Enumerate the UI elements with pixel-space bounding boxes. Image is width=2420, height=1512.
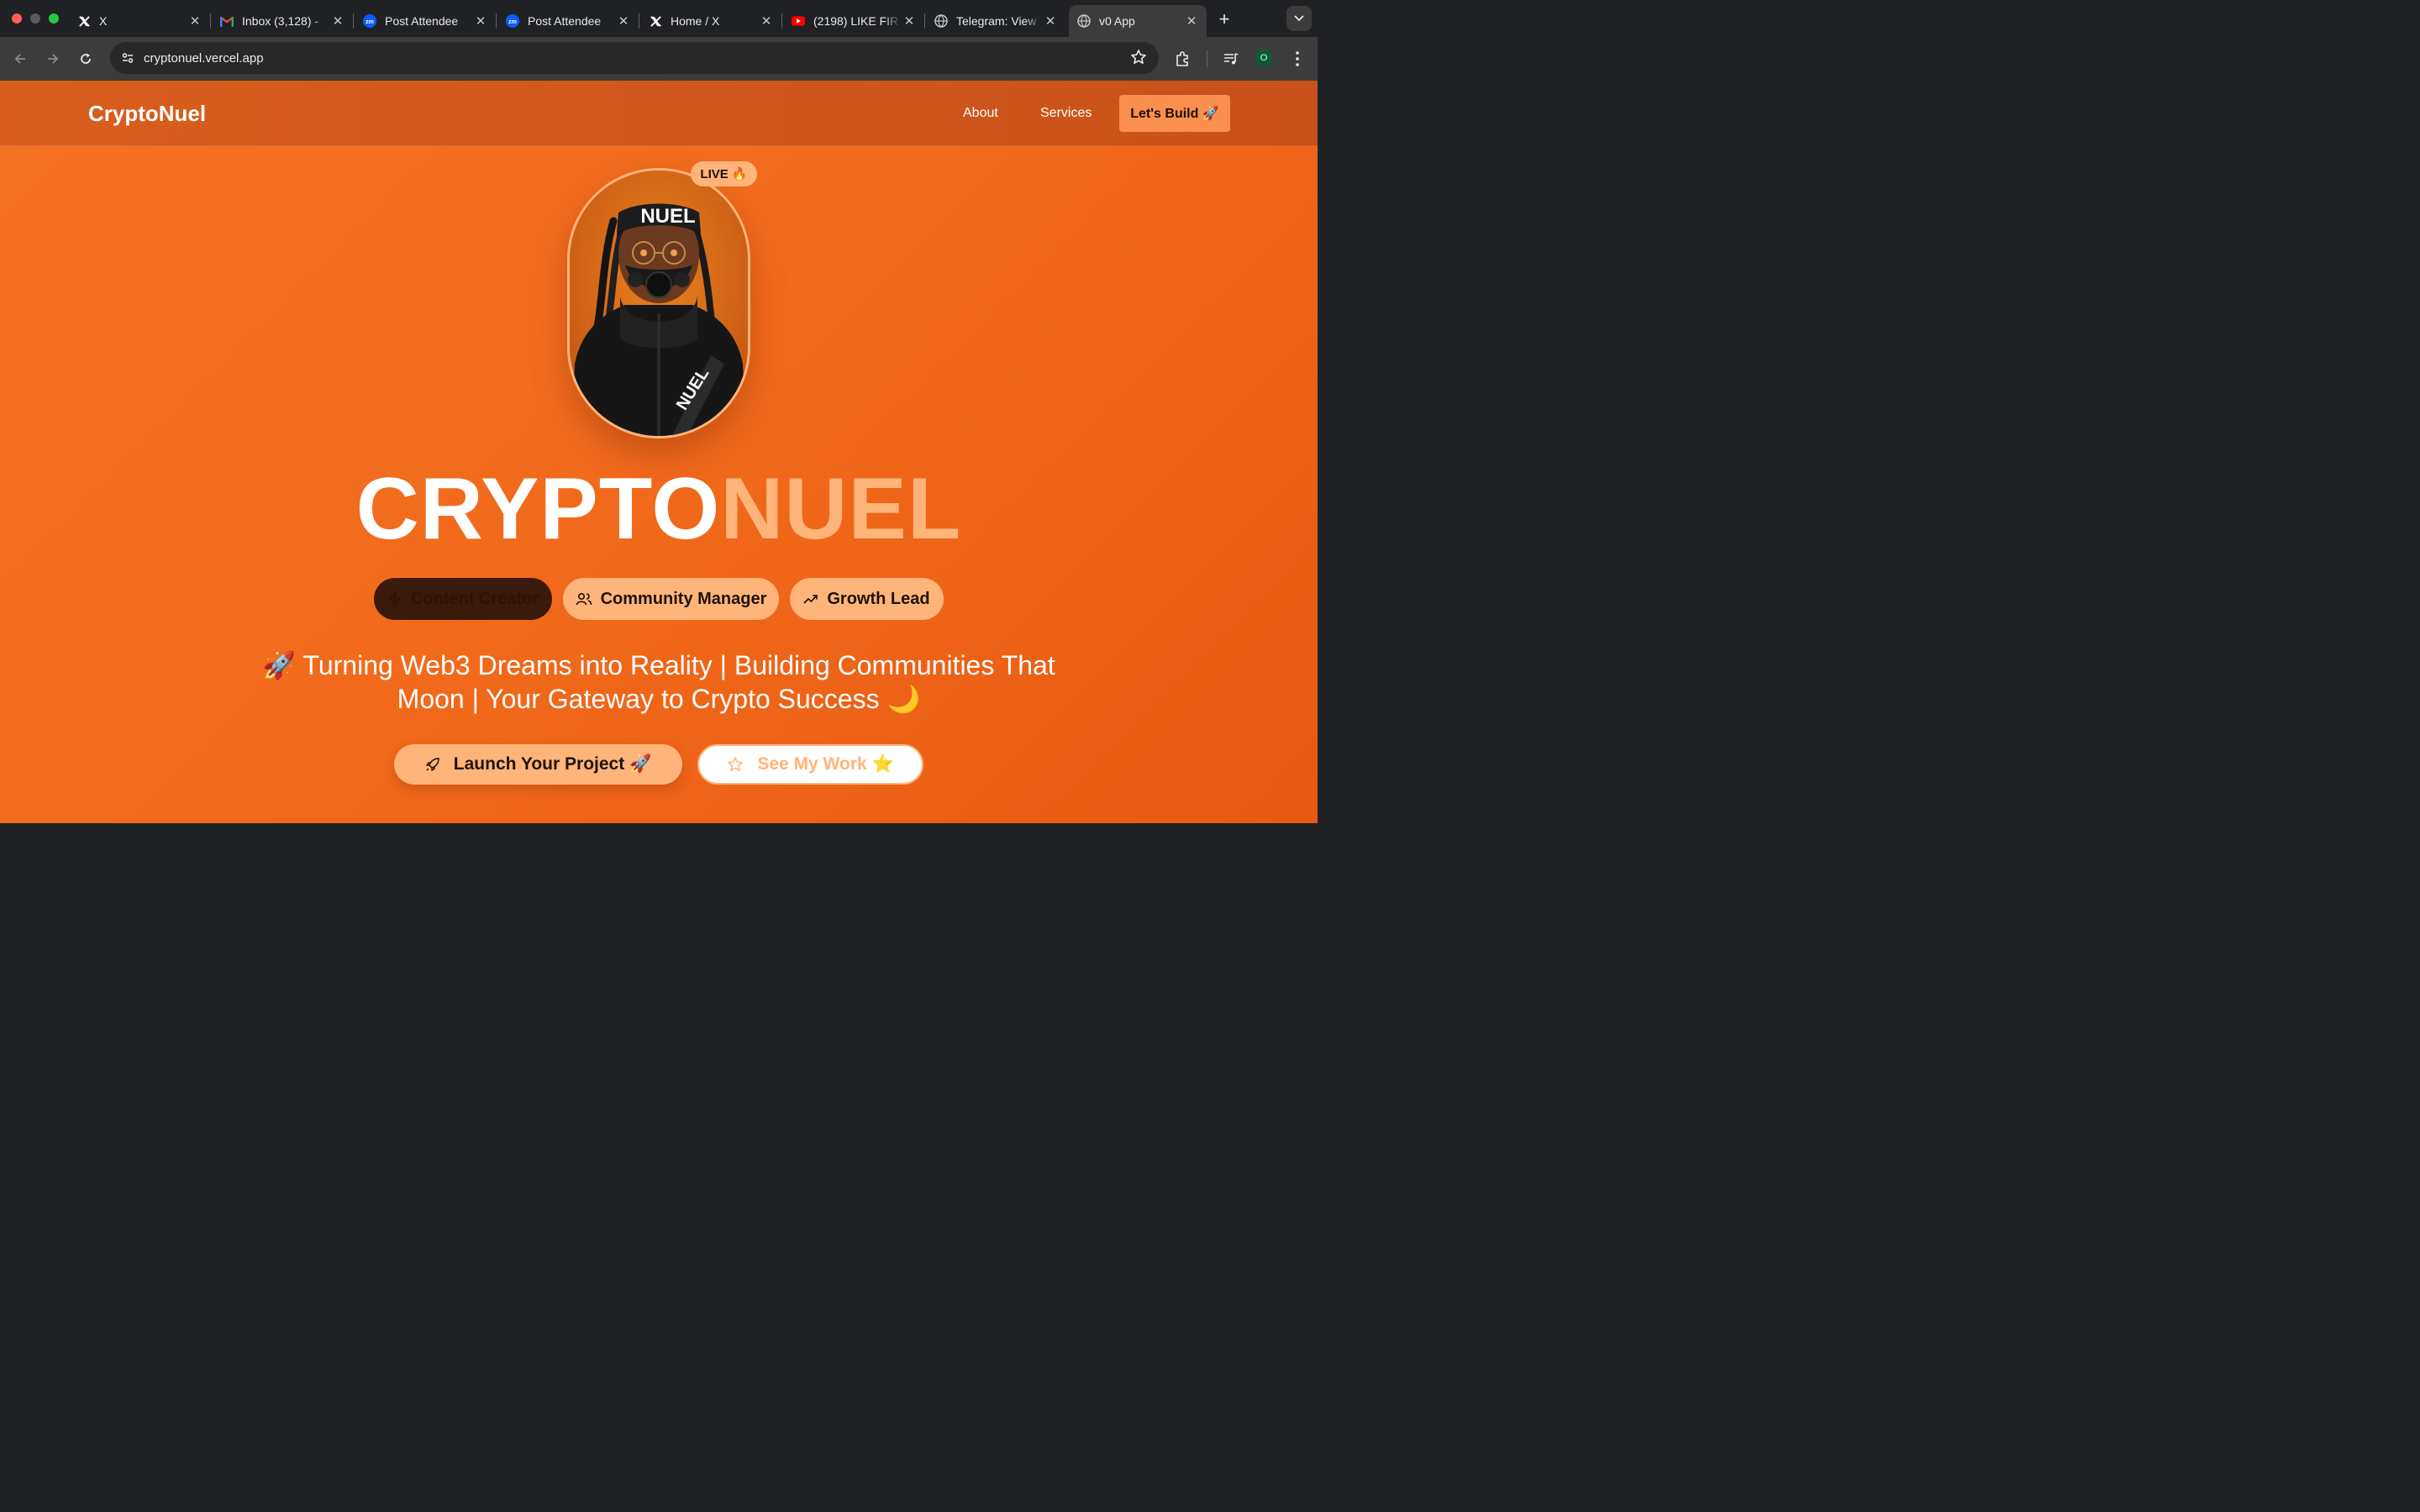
site-brand[interactable]: CryptoNuel	[88, 101, 206, 127]
web-page: CryptoNuel About Services Let's Build 🚀	[0, 81, 1318, 823]
arrow-right-icon	[48, 54, 59, 64]
browser-tab[interactable]: zm Post Attendee ✕	[355, 5, 497, 37]
tab-separator	[924, 13, 925, 29]
star-icon	[728, 757, 744, 771]
tab-close-icon[interactable]: ✕	[1183, 13, 1200, 29]
chevron-down-icon	[1294, 15, 1304, 22]
puzzle-icon	[1176, 51, 1188, 66]
media-controls-button[interactable]	[1219, 47, 1243, 71]
tab-close-icon[interactable]: ✕	[1042, 13, 1059, 29]
see-my-work-button[interactable]: See My Work ⭐	[697, 744, 923, 785]
tab-title: (2198) LIKE FIR	[813, 14, 899, 28]
live-badge: LIVE 🔥	[691, 161, 757, 186]
see-my-work-label: See My Work ⭐	[757, 754, 894, 774]
launch-project-button[interactable]: Launch Your Project 🚀	[394, 744, 682, 785]
close-window-button[interactable]	[12, 13, 22, 24]
tab-close-icon[interactable]: ✕	[329, 13, 346, 29]
rocket-icon	[426, 758, 439, 771]
reload-button[interactable]	[74, 47, 97, 71]
lets-build-button[interactable]: Let's Build 🚀	[1119, 95, 1230, 132]
tab-title: Telegram: View	[956, 14, 1037, 28]
tab-title: v0 App	[1099, 14, 1135, 28]
site-header: CryptoNuel About Services Let's Build 🚀	[0, 81, 1318, 146]
lightning-icon	[389, 591, 401, 606]
tab-title: Inbox (3,128) -	[242, 14, 319, 28]
reload-icon	[81, 53, 91, 64]
extensions-button[interactable]	[1171, 47, 1194, 71]
tab-close-icon[interactable]: ✕	[901, 13, 918, 29]
tab-title: Post Attendee	[385, 14, 459, 28]
maximize-window-button[interactable]	[49, 13, 59, 24]
browser-menu-button[interactable]	[1286, 47, 1309, 71]
gmail-icon	[220, 14, 234, 28]
url-text: cryptonuel.vercel.app	[144, 51, 264, 66]
svg-text:zm: zm	[366, 19, 374, 25]
users-icon	[576, 592, 592, 606]
tab-close-icon[interactable]: ✕	[472, 13, 489, 29]
site-info-icon[interactable]	[117, 47, 139, 69]
hero-title-crypto: CRYPTO	[355, 460, 721, 558]
role-label: Content Creator	[410, 589, 539, 608]
globe-icon	[934, 14, 948, 28]
queue-music-icon	[1224, 53, 1239, 65]
zoom-icon: zm	[506, 14, 519, 28]
role-pill-growth-lead[interactable]: Growth Lead	[790, 578, 944, 620]
x-logo-icon	[649, 14, 662, 28]
youtube-icon	[792, 14, 805, 28]
browser-tab-strip: X ✕ Inbox (3,128) - ✕ zm Post Attendee ✕…	[0, 0, 1318, 37]
tab-close-icon[interactable]: ✕	[187, 13, 203, 29]
tab-separator	[210, 13, 211, 29]
tab-separator	[781, 13, 782, 29]
arrow-left-icon	[14, 54, 25, 64]
zoom-icon: zm	[363, 14, 376, 28]
tab-close-icon[interactable]: ✕	[758, 13, 775, 29]
role-pill-content-creator[interactable]: Content Creator	[374, 578, 552, 620]
profile-avatar[interactable]: O	[1255, 50, 1272, 66]
role-label: Community Manager	[600, 589, 767, 608]
browser-toolbar: cryptonuel.vercel.app	[0, 37, 1318, 81]
tab-title: Post Attendee	[528, 14, 602, 28]
avatar-headband-text: NUEL	[640, 205, 696, 228]
role-pill-community-manager[interactable]: Community Manager	[563, 578, 779, 620]
browser-tab[interactable]: zm Post Attendee ✕	[497, 5, 639, 37]
browser-tab[interactable]: (2198) LIKE FIR ✕	[783, 5, 925, 37]
new-tab-button[interactable]: +	[1213, 8, 1235, 30]
minimize-window-button[interactable]	[30, 13, 40, 24]
browser-tab[interactable]: Telegram: View ✕	[926, 5, 1065, 37]
browser-tab[interactable]: Inbox (3,128) - ✕	[212, 5, 354, 37]
launch-project-label: Launch Your Project 🚀	[453, 754, 652, 774]
address-bar[interactable]: cryptonuel.vercel.app	[110, 42, 1159, 74]
trending-up-icon	[803, 595, 818, 604]
nav-link-services[interactable]: Services	[1040, 106, 1092, 121]
hero-title: CRYPTONUEL	[0, 465, 1318, 553]
browser-tab[interactable]: X ✕	[69, 5, 211, 37]
role-label: Growth Lead	[827, 589, 930, 608]
nav-link-about[interactable]: About	[963, 106, 998, 121]
browser-tab[interactable]: Home / X ✕	[640, 5, 782, 37]
kebab-menu-icon	[1296, 51, 1299, 66]
tab-search-button[interactable]	[1286, 6, 1312, 31]
svg-text:zm: zm	[508, 19, 517, 25]
globe-icon	[1077, 14, 1091, 28]
forward-button[interactable]	[41, 47, 65, 71]
tab-separator	[353, 13, 354, 29]
tab-close-icon[interactable]: ✕	[615, 13, 632, 29]
browser-tab-active[interactable]: v0 App ✕	[1069, 5, 1207, 37]
tab-title: X	[99, 14, 108, 28]
bookmark-star-icon[interactable]	[1130, 49, 1147, 70]
x-logo-icon	[77, 14, 91, 28]
hero-title-nuel: NUEL	[720, 460, 962, 558]
back-button[interactable]	[8, 47, 32, 71]
tab-separator	[496, 13, 497, 29]
hero-tagline: 🚀 Turning Web3 Dreams into Reality | Bui…	[262, 650, 1055, 714]
tab-title: Home / X	[671, 14, 720, 28]
